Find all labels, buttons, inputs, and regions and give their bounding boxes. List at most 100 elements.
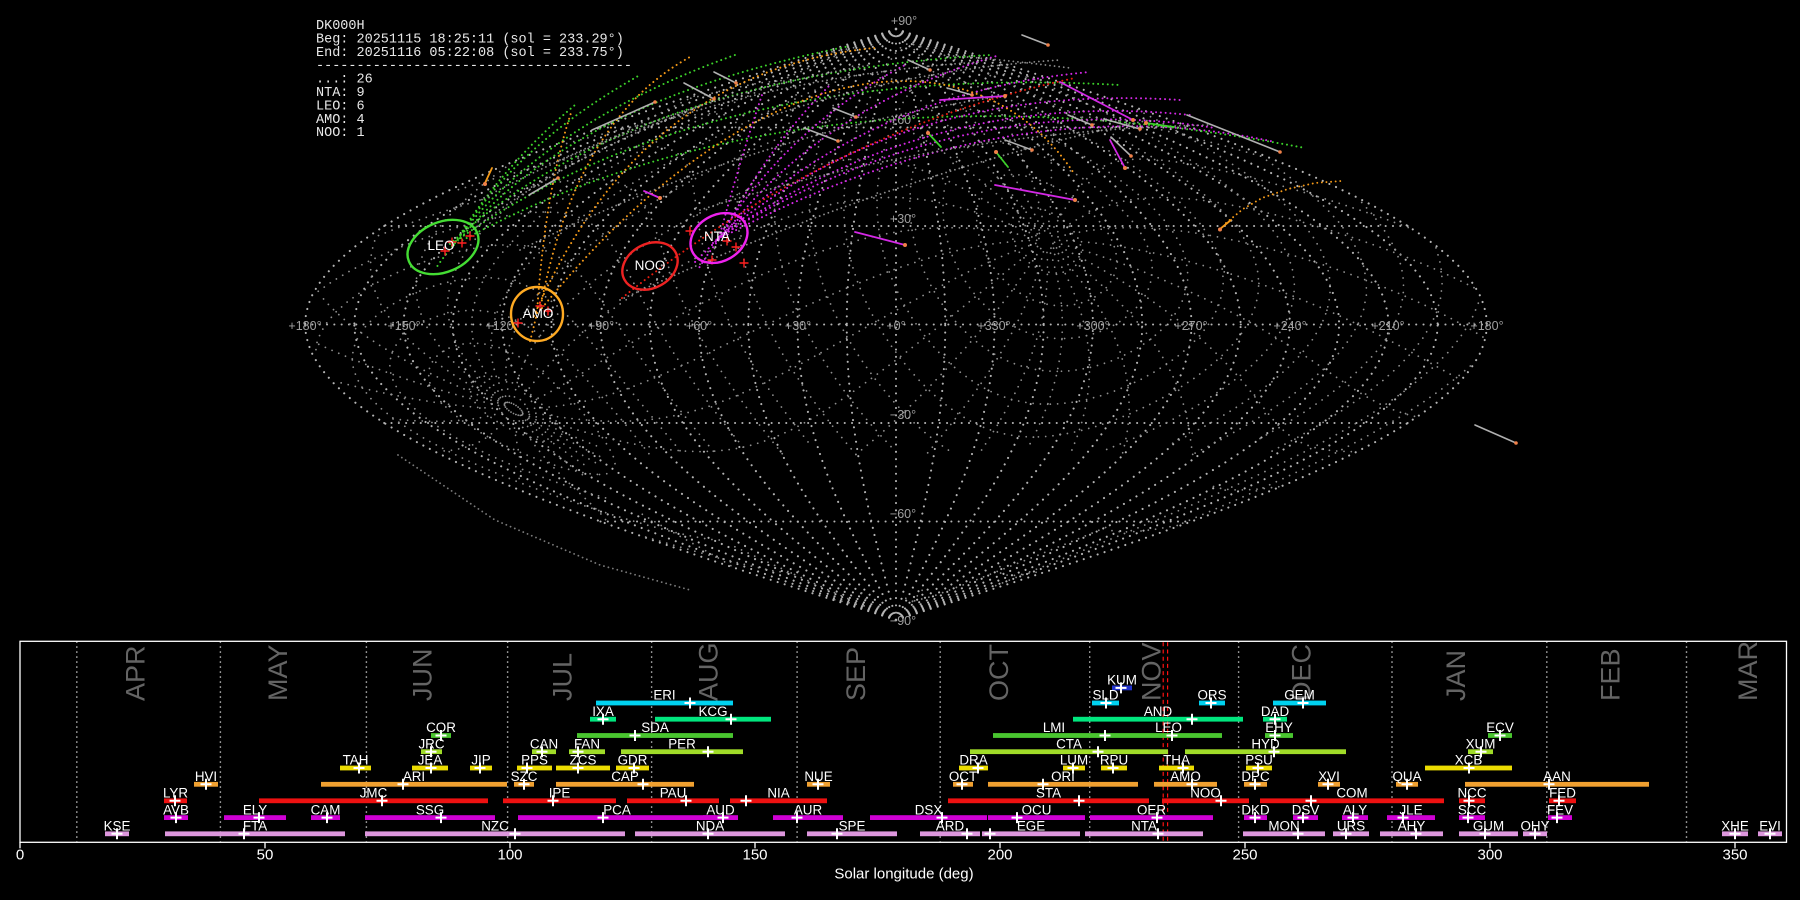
svg-text:DRA: DRA xyxy=(959,753,987,768)
svg-text:FEB: FEB xyxy=(1595,648,1625,701)
svg-text:LEO: LEO xyxy=(1155,720,1182,735)
svg-text:FTA: FTA xyxy=(243,819,267,834)
svg-text:AMO: AMO xyxy=(1170,769,1201,784)
svg-text:NIA: NIA xyxy=(767,786,789,801)
svg-text:NUE: NUE xyxy=(804,769,832,784)
svg-text:+0°: +0° xyxy=(886,319,905,333)
svg-text:RPU: RPU xyxy=(1100,753,1128,768)
svg-text:NDA: NDA xyxy=(696,819,724,834)
svg-text:−30°: −30° xyxy=(890,408,916,422)
svg-text:EHY: EHY xyxy=(1265,720,1293,735)
svg-text:KCG: KCG xyxy=(698,704,727,719)
svg-text:+60°: +60° xyxy=(686,319,712,333)
svg-text:50: 50 xyxy=(257,847,274,864)
svg-text:HYD: HYD xyxy=(1251,736,1280,751)
svg-text:FED: FED xyxy=(1549,786,1576,801)
svg-text:LUM: LUM xyxy=(1060,753,1088,768)
svg-text:FAN: FAN xyxy=(574,736,600,751)
svg-text:THA: THA xyxy=(1163,753,1190,768)
svg-text:+180°: +180° xyxy=(1470,319,1503,333)
svg-text:ARI: ARI xyxy=(403,769,425,784)
svg-text:JRC: JRC xyxy=(418,736,444,751)
svg-text:AHY: AHY xyxy=(1398,819,1426,834)
svg-text:+90°: +90° xyxy=(891,14,917,28)
svg-text:SSG: SSG xyxy=(416,802,444,817)
svg-text:+90°: +90° xyxy=(588,319,614,333)
svg-text:+300°: +300° xyxy=(1076,319,1109,333)
svg-text:NZC: NZC xyxy=(481,819,509,834)
svg-text:PPS: PPS xyxy=(521,753,548,768)
svg-text:PCA: PCA xyxy=(603,802,631,817)
svg-text:CAP: CAP xyxy=(611,769,639,784)
svg-text:MAY: MAY xyxy=(263,644,293,701)
svg-text:XCB: XCB xyxy=(1455,753,1483,768)
svg-text:+270°: +270° xyxy=(1174,319,1207,333)
svg-text:STA: STA xyxy=(1036,786,1061,801)
svg-text:JAN: JAN xyxy=(1441,650,1471,701)
svg-text:+30°: +30° xyxy=(785,319,811,333)
svg-text:GUM: GUM xyxy=(1473,819,1504,834)
svg-text:GEM: GEM xyxy=(1284,688,1315,703)
svg-text:AVB: AVB xyxy=(163,802,189,817)
svg-text:SPE: SPE xyxy=(839,819,866,834)
svg-text:GDR: GDR xyxy=(618,753,648,768)
svg-text:Solar longitude (deg): Solar longitude (deg) xyxy=(834,865,973,882)
svg-text:NTA: NTA xyxy=(1131,819,1157,834)
svg-text:SDA: SDA xyxy=(641,720,669,735)
svg-text:NOO: NOO xyxy=(1190,786,1221,801)
svg-text:CTA: CTA xyxy=(1056,736,1082,751)
svg-text:IPE: IPE xyxy=(549,786,571,801)
svg-text:+30°: +30° xyxy=(890,212,916,226)
svg-text:ERI: ERI xyxy=(653,688,675,703)
svg-text:ZCS: ZCS xyxy=(570,753,597,768)
svg-text:MAR: MAR xyxy=(1733,641,1763,701)
svg-text:TAH: TAH xyxy=(343,753,369,768)
svg-text:QUA: QUA xyxy=(1392,769,1421,784)
svg-text:+150°: +150° xyxy=(387,319,420,333)
svg-text:XUM: XUM xyxy=(1466,736,1496,751)
svg-text:DSX: DSX xyxy=(915,802,943,817)
svg-text:SCC: SCC xyxy=(1458,802,1487,817)
svg-text:JLE: JLE xyxy=(1399,802,1422,817)
svg-text:NOV: NOV xyxy=(1137,642,1167,701)
svg-text:AAN: AAN xyxy=(1543,769,1571,784)
svg-text:AUD: AUD xyxy=(706,802,735,817)
svg-text:CAN: CAN xyxy=(530,736,558,751)
svg-text:+180°: +180° xyxy=(288,319,321,333)
svg-text:350: 350 xyxy=(1722,847,1747,864)
svg-text:OCU: OCU xyxy=(1022,802,1052,817)
svg-text:EVI: EVI xyxy=(1759,819,1781,834)
svg-text:SLD: SLD xyxy=(1092,688,1118,703)
svg-text:ECV: ECV xyxy=(1486,720,1514,735)
svg-text:ALY: ALY xyxy=(1343,802,1367,817)
svg-text:EGE: EGE xyxy=(1017,819,1045,834)
svg-text:JUN: JUN xyxy=(408,649,438,702)
svg-text:−90°: −90° xyxy=(890,614,916,628)
svg-text:IXA: IXA xyxy=(592,704,614,719)
svg-text:URS: URS xyxy=(1337,819,1365,834)
svg-text:AND: AND xyxy=(1144,704,1173,719)
svg-text:AUG: AUG xyxy=(693,642,723,701)
svg-text:AUR: AUR xyxy=(794,802,823,817)
svg-text:PSU: PSU xyxy=(1245,753,1273,768)
svg-text:100: 100 xyxy=(497,847,522,864)
svg-text:JIP: JIP xyxy=(471,753,490,768)
svg-text:LYR: LYR xyxy=(163,786,188,801)
svg-text:FEV: FEV xyxy=(1547,802,1573,817)
svg-text:ARD: ARD xyxy=(936,819,965,834)
svg-text:SEP: SEP xyxy=(841,647,871,701)
svg-text:MON: MON xyxy=(1268,819,1299,834)
svg-text:LMI: LMI xyxy=(1043,720,1065,735)
svg-text:APR: APR xyxy=(121,645,151,701)
svg-text:ORI: ORI xyxy=(1051,769,1075,784)
svg-text:DPC: DPC xyxy=(1241,769,1270,784)
svg-text:KUM: KUM xyxy=(1107,673,1137,688)
svg-text:250: 250 xyxy=(1232,847,1257,864)
svg-text:OER: OER xyxy=(1137,802,1166,817)
svg-text:ORS: ORS xyxy=(1197,688,1226,703)
svg-text:SZC: SZC xyxy=(511,769,538,784)
svg-text:OCT: OCT xyxy=(984,644,1014,701)
svg-text:PAU: PAU xyxy=(660,786,687,801)
svg-text:CAM: CAM xyxy=(311,802,341,817)
svg-text:HVI: HVI xyxy=(195,769,217,784)
